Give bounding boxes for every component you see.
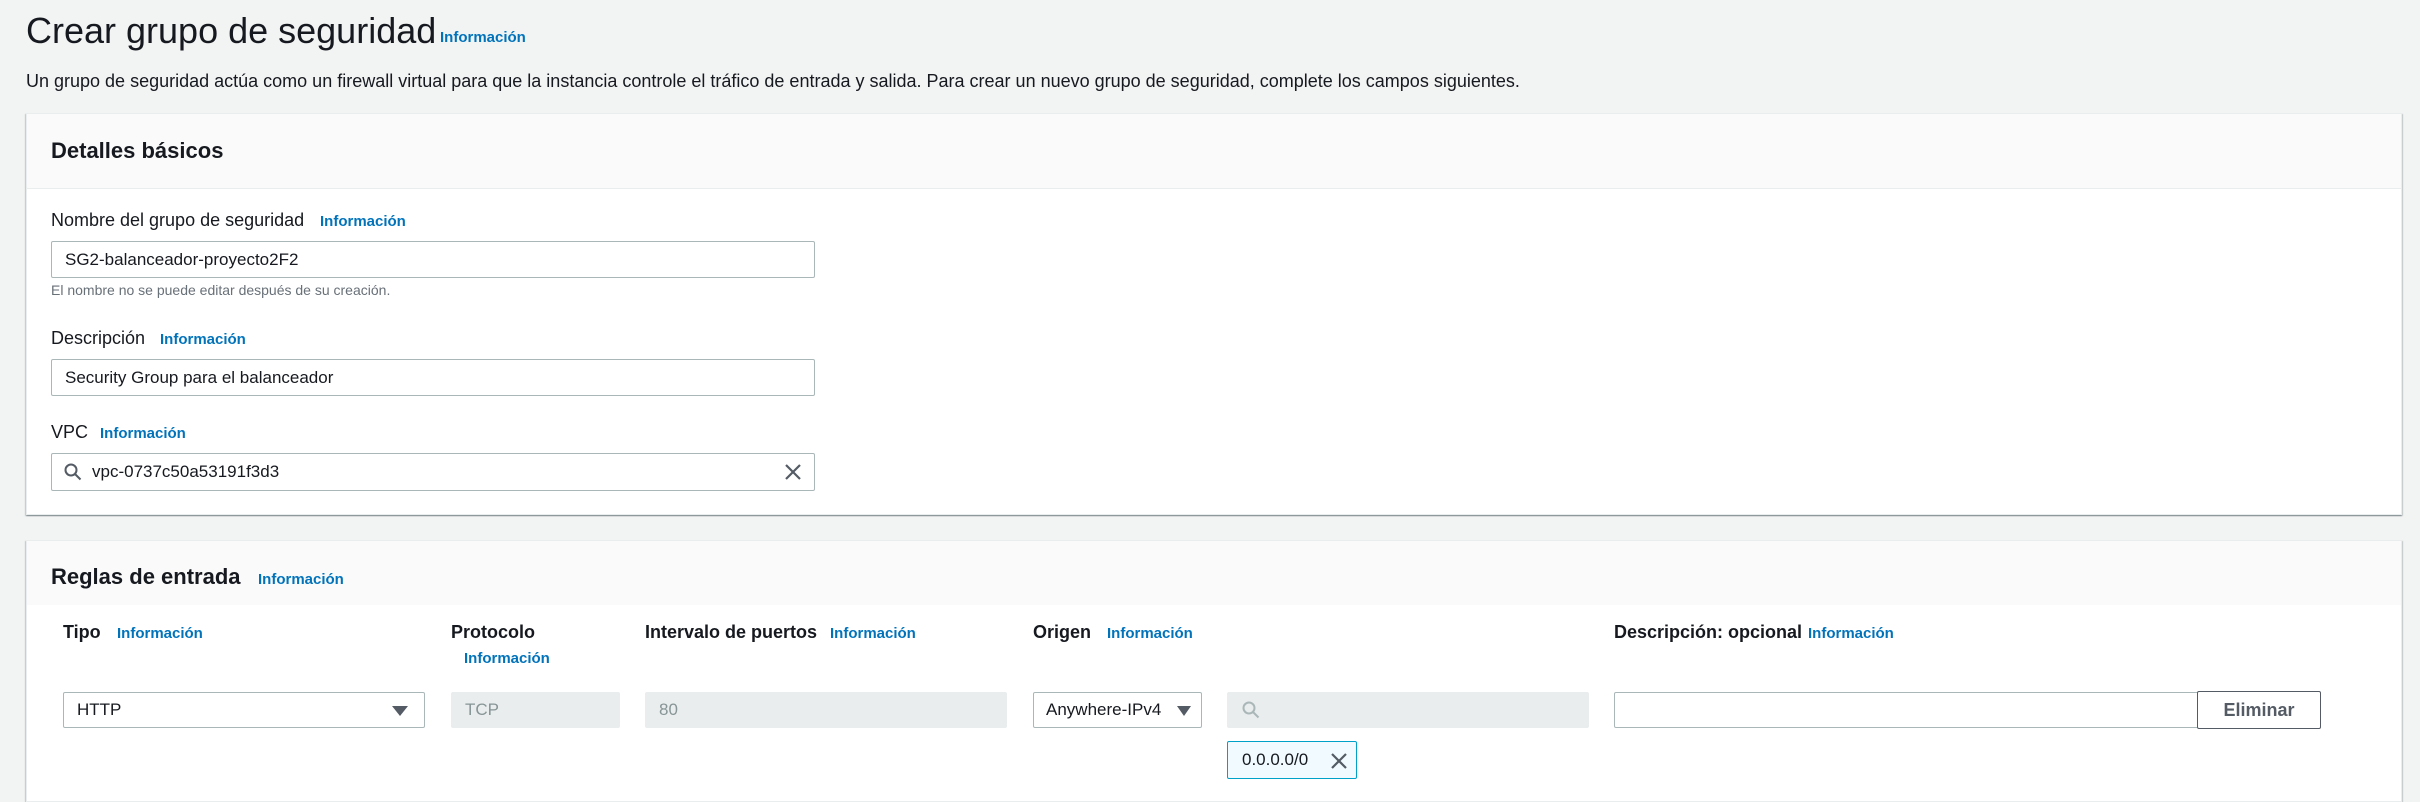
rule-source-type-select[interactable]: Anywhere-IPv4 [1033,692,1202,728]
vpc-value: vpc-0737c50a53191f3d3 [92,462,280,481]
search-icon [1242,701,1260,719]
inbound-rules-title: Reglas de entrada [51,564,241,589]
rule-type-value: HTTP [77,700,122,719]
security-group-name-value: SG2-balanceador-proyecto2F2 [65,249,299,269]
column-type-info-link[interactable]: Información [117,625,203,642]
rule-protocol-field: TCP [451,692,620,728]
column-description: Descripción: opcional [1614,622,1803,642]
page-title: Crear grupo de seguridad [26,10,437,51]
basic-details-header: Detalles básicos [27,114,2401,189]
rule-port-range-value: 80 [659,700,678,719]
security-group-name-field[interactable]: SG2-balanceador-proyecto2F2 [51,241,815,278]
description-label: Descripción [51,328,146,348]
column-source: Origen [1033,622,1092,642]
column-source-info-link[interactable]: Información [1107,625,1193,642]
vpc-label: VPC [51,422,89,442]
close-icon[interactable] [784,463,802,481]
description-field[interactable]: Security Group para el balanceador [51,359,815,396]
column-type: Tipo [63,622,101,642]
basic-details-panel: Detalles básicos Nombre del grupo de seg… [26,113,2402,515]
security-group-name-hint: El nombre no se puede editar después de … [51,282,391,298]
caret-down-icon [1177,706,1191,716]
vpc-select[interactable]: vpc-0737c50a53191f3d3 [51,453,815,491]
source-cidr-token: 0.0.0.0/0 [1227,741,1357,779]
security-group-name-label: Nombre del grupo de seguridad [51,210,305,230]
rule-source-search-field[interactable] [1227,692,1589,728]
rule-protocol-value: TCP [465,700,499,719]
rule-description-field[interactable] [1614,692,2199,728]
column-port-range: Intervalo de puertos [645,622,818,642]
column-port-range-info-link[interactable]: Información [830,625,916,642]
description-value: Security Group para el balanceador [65,367,334,387]
source-cidr-value: 0.0.0.0/0 [1242,750,1309,769]
close-icon[interactable] [1331,753,1347,769]
rule-source-type-value: Anywhere-IPv4 [1046,700,1162,719]
inbound-rules-panel: Reglas de entrada Información Tipo Infor… [26,540,2402,802]
security-group-name-info-link[interactable]: Información [320,213,406,230]
inbound-rules-info-link[interactable]: Información [258,571,344,588]
search-icon [64,463,82,481]
page-info-link[interactable]: Información [440,29,526,46]
page-description: Un grupo de seguridad actúa como un fire… [26,71,1520,91]
description-info-link[interactable]: Información [160,331,246,348]
column-description-info-link[interactable]: Información [1808,625,1894,642]
basic-details-title: Detalles básicos [51,138,224,163]
inbound-rules-header: Reglas de entrada Información [27,541,2401,605]
column-protocol: Protocolo [451,622,535,642]
delete-rule-button[interactable]: Eliminar [2197,691,2321,729]
rule-port-range-field: 80 [645,692,1007,728]
column-protocol-info-link[interactable]: Información [464,650,550,667]
rule-type-select[interactable]: HTTP [63,692,425,728]
vpc-info-link[interactable]: Información [100,425,186,442]
caret-down-icon [392,706,408,716]
